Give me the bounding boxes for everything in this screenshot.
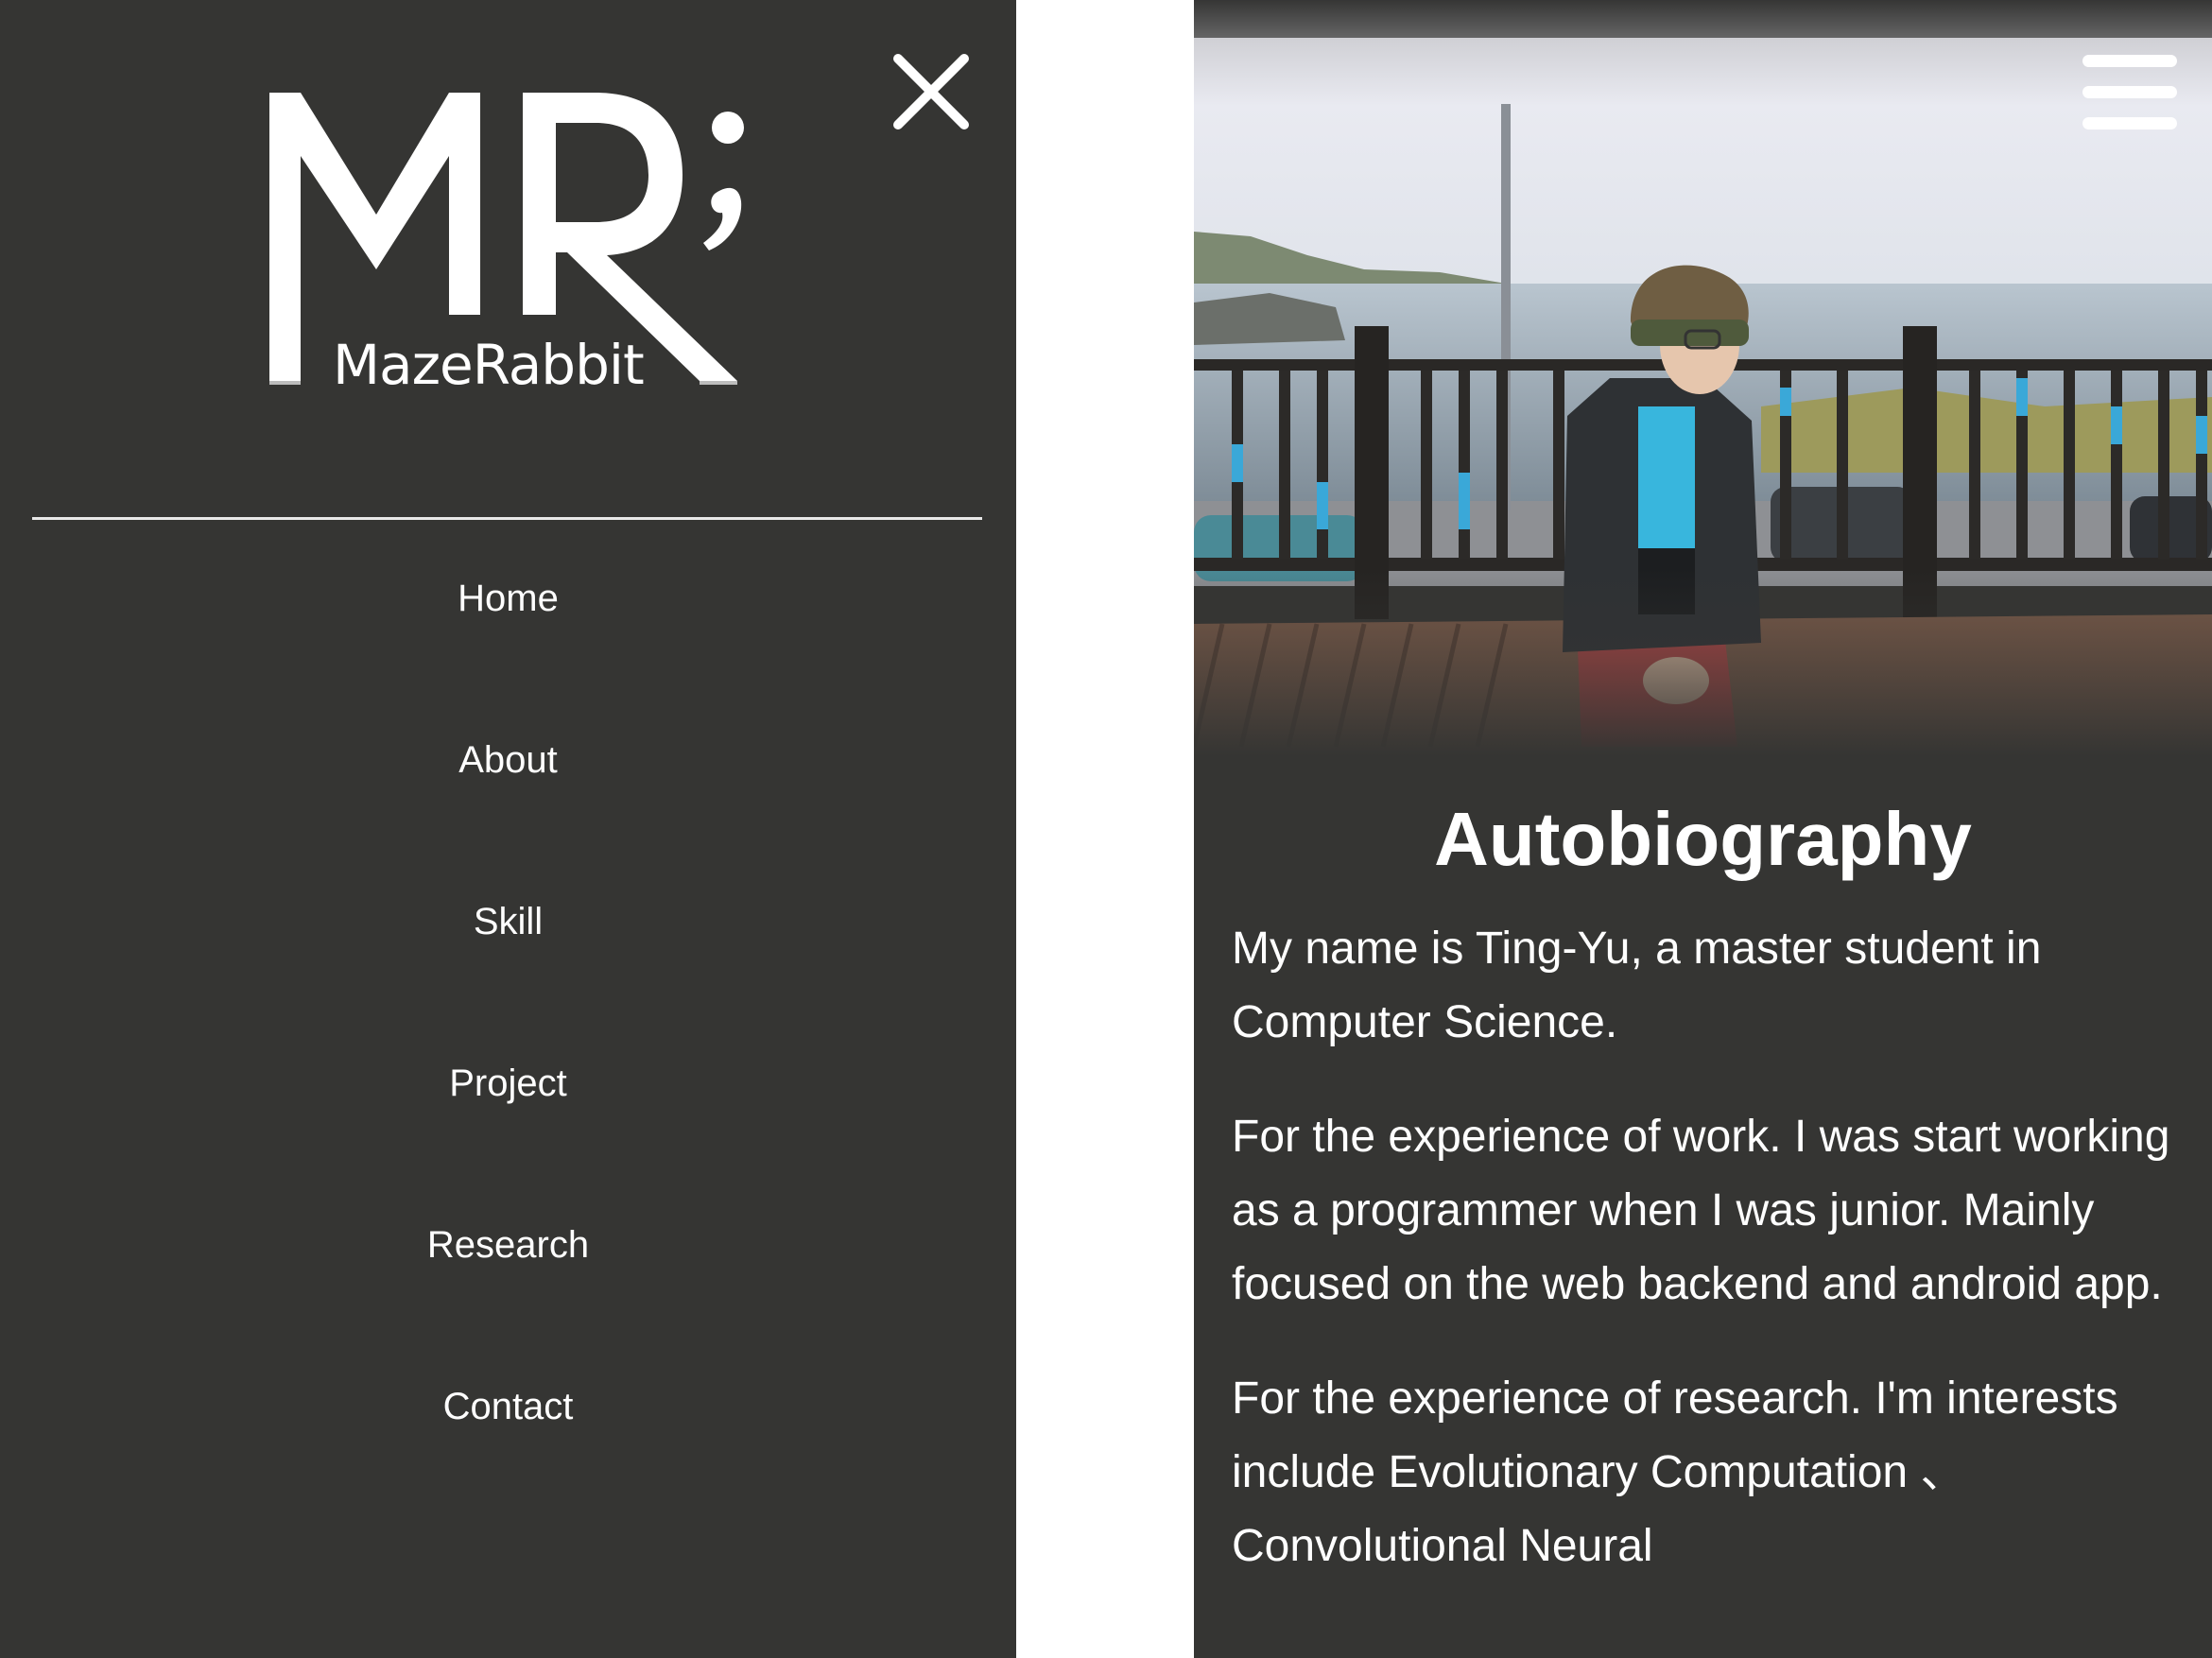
nav-item-project[interactable]: Project (0, 1006, 1016, 1167)
hero-photo (1194, 0, 2212, 756)
logo-wordmark: MazeRabbit (333, 333, 645, 397)
nav-item-home[interactable]: Home (0, 521, 1016, 682)
hamburger-menu-icon[interactable] (2082, 55, 2177, 130)
close-icon[interactable] (889, 49, 974, 134)
nav-item-skill[interactable]: Skill (0, 844, 1016, 1006)
bio-paragraph: For the experience of work. I was start … (1232, 1112, 2170, 1309)
nav-item-about[interactable]: About (0, 682, 1016, 844)
bio-paragraph: My name is Ting-Yu, a master student in … (1232, 924, 2042, 1047)
nav-item-contact[interactable]: Contact (0, 1329, 1016, 1491)
bio-text: My name is Ting-Yu, a master student in … (1232, 912, 2186, 1624)
nav-list: Home About Skill Project Research Contac… (0, 521, 1016, 1491)
drawer-divider (32, 517, 982, 520)
nav-item-research[interactable]: Research (0, 1167, 1016, 1329)
page-title: Autobiography (1434, 797, 1972, 881)
navigation-drawer: MazeRabbit Home About Skill Project Rese… (0, 0, 1016, 1658)
autobiography-page: Autobiography My name is Ting-Yu, a mast… (1194, 0, 2212, 1658)
bio-paragraph: For the experience of research. I'm inte… (1232, 1373, 2118, 1571)
